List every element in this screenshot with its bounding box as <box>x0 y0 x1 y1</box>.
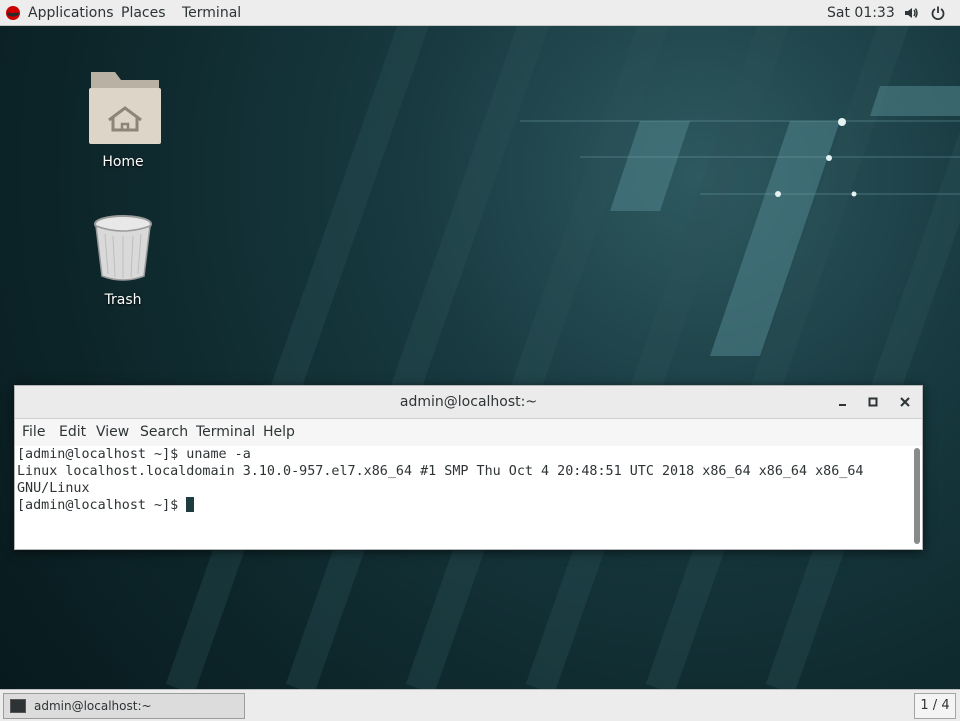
menu-view[interactable]: View <box>96 424 129 440</box>
redhat-logo-icon[interactable] <box>5 5 21 21</box>
scrollbar[interactable] <box>914 448 920 544</box>
window-titlebar[interactable]: admin@localhost:~ <box>15 386 922 419</box>
minimize-icon[interactable] <box>833 392 853 412</box>
volume-icon[interactable] <box>903 5 919 21</box>
text-cursor <box>186 497 195 512</box>
terminal-line: Linux localhost.localdomain 3.10.0-957.e… <box>17 464 864 479</box>
places-menu[interactable]: Places <box>121 4 166 22</box>
bottom-panel: admin@localhost:~ 1 / 4 <box>0 689 960 721</box>
menu-help[interactable]: Help <box>263 424 295 440</box>
terminal-line: [admin@localhost ~]$ uname -a <box>17 447 251 462</box>
workspace-switcher[interactable]: 1 / 4 <box>914 693 956 719</box>
terminal-icon <box>10 699 26 713</box>
power-icon[interactable] <box>930 5 946 21</box>
maximize-icon[interactable] <box>863 392 883 412</box>
terminal-app-menu[interactable]: Terminal <box>182 4 241 22</box>
close-icon[interactable] <box>895 392 915 412</box>
desktop-icon-home[interactable]: Home <box>78 70 168 170</box>
taskbar-window-button[interactable]: admin@localhost:~ <box>3 693 245 719</box>
terminal-prompt-line: [admin@localhost ~]$ <box>17 497 912 514</box>
window-title: admin@localhost:~ <box>399 394 538 410</box>
terminal-menubar: File Edit View Search Terminal Help <box>15 419 922 446</box>
desktop[interactable]: Home Trash <box>0 26 960 689</box>
terminal-line: GNU/Linux <box>17 481 90 496</box>
desktop-icon-trash[interactable]: Trash <box>78 214 168 308</box>
terminal-prompt: [admin@localhost ~]$ <box>17 498 187 513</box>
desktop-icon-label: Home <box>102 154 144 170</box>
clock[interactable]: Sat 01:33 <box>827 4 895 22</box>
home-folder-icon <box>89 72 161 144</box>
menu-search[interactable]: Search <box>140 424 188 440</box>
applications-menu[interactable]: Applications <box>28 4 114 22</box>
menu-terminal[interactable]: Terminal <box>196 424 255 440</box>
menu-file[interactable]: File <box>22 424 45 440</box>
terminal-window[interactable]: admin@localhost:~ File Edit View Search … <box>14 385 923 550</box>
menu-edit[interactable]: Edit <box>59 424 86 440</box>
desktop-icon-label: Trash <box>104 292 142 308</box>
terminal-output[interactable]: [admin@localhost ~]$ uname -a Linux local… <box>15 446 912 549</box>
taskbar-window-label: admin@localhost:~ <box>34 699 152 713</box>
top-panel: Applications Places Terminal Sat 01:33 <box>0 0 960 26</box>
trash-icon <box>94 215 152 281</box>
